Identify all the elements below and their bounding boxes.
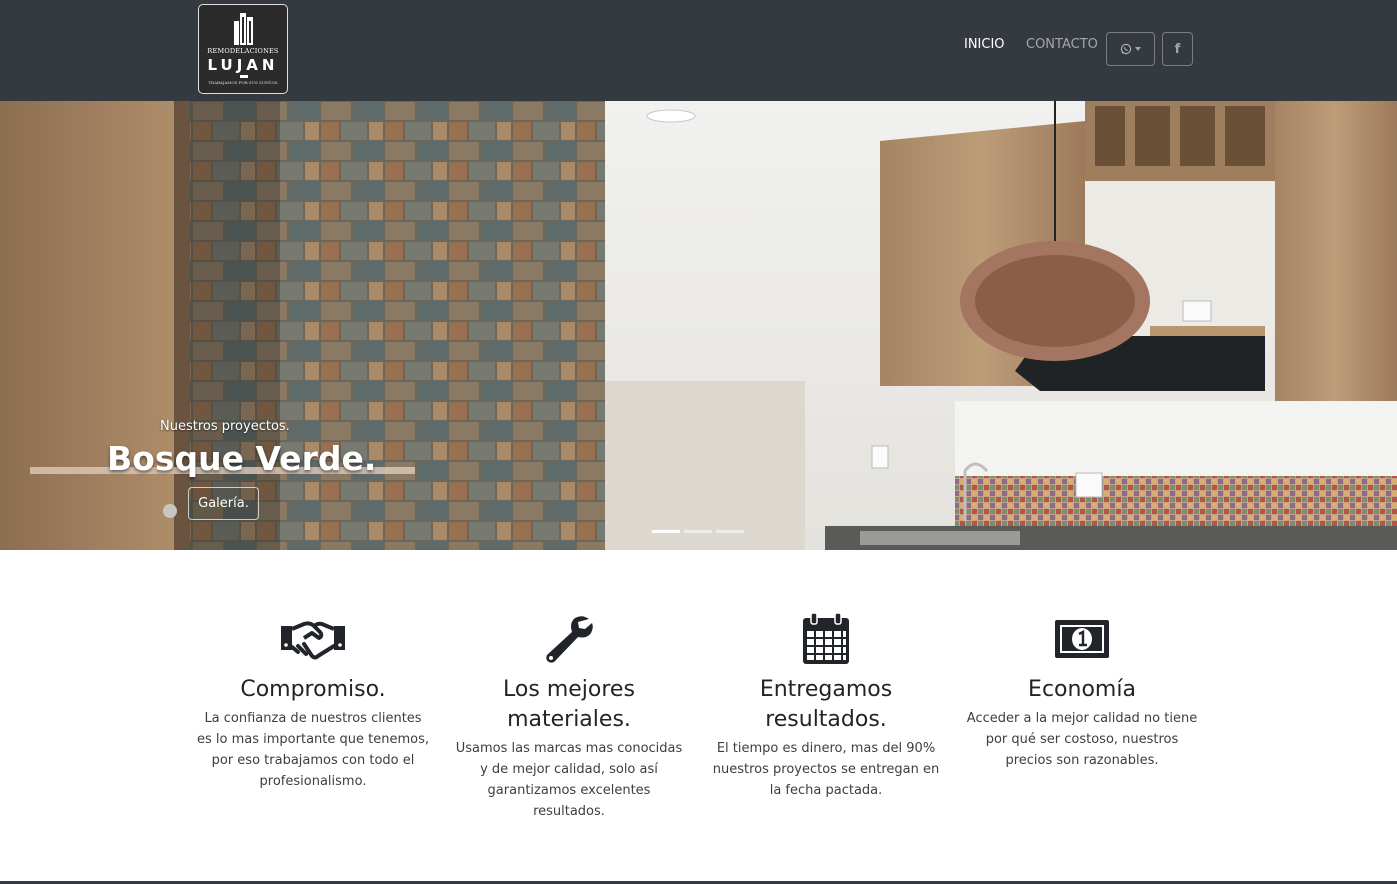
feature-title: Los mejores materiales. [503, 677, 635, 732]
calendar-icon [803, 612, 849, 664]
feature-materiales: Los mejores materiales. Usamos las marca… [451, 612, 687, 822]
feature-text: Usamos las marcas mas conocidas y de mej… [455, 741, 683, 819]
feature-economia: Economía Acceder a la mejor calidad no t… [964, 612, 1200, 771]
handshake-icon [281, 621, 345, 660]
feature-title: Entregamos resultados. [759, 677, 893, 732]
hero-title: Bosque Verde. [107, 439, 377, 478]
logo-line-2: LUJAN [207, 56, 279, 74]
facebook-icon: f [1174, 41, 1181, 57]
carousel-indicator-1[interactable] [652, 530, 680, 533]
logo-tagline: TRABAJAMOS POR SUS SUEÑOS [208, 80, 278, 85]
wrench-icon [546, 616, 593, 663]
hero-carousel[interactable]: Nuestros proyectos. Bosque Verde. Galerí… [0, 101, 1397, 550]
chevron-down-icon [1135, 47, 1141, 51]
navbar: REMODELACIONES LUJAN TRABAJAMOS POR SUS … [0, 0, 1397, 101]
whatsapp-icon [1120, 43, 1132, 55]
building-icon [234, 13, 253, 45]
feature-text: La confianza de nuestros clientes es lo … [197, 711, 429, 789]
money-bill-icon [1055, 620, 1109, 658]
carousel-indicator-2[interactable] [684, 530, 712, 533]
logo-divider [240, 75, 248, 78]
logo-line-1: REMODELACIONES [207, 47, 279, 55]
whatsapp-dropdown-button[interactable] [1106, 32, 1155, 66]
facebook-button[interactable]: f [1162, 32, 1193, 66]
hero-image [0, 101, 1397, 550]
feature-title: Economía [1028, 677, 1136, 702]
nav-inicio[interactable]: INICIO [964, 37, 1005, 52]
nav-contacto[interactable]: CONTACTO [1026, 37, 1098, 52]
feature-resultados: Entregamos resultados. El tiempo es dine… [708, 612, 944, 801]
hero-subtitle: Nuestros proyectos. [160, 419, 290, 434]
feature-text: Acceder a la mejor calidad no tiene por … [966, 711, 1198, 768]
feature-text: El tiempo es dinero, mas del 90% nuestro… [712, 741, 940, 798]
feature-compromiso: Compromiso. La confianza de nuestros cli… [195, 612, 431, 792]
carousel-indicator-3[interactable] [716, 530, 744, 533]
brand-logo[interactable]: REMODELACIONES LUJAN TRABAJAMOS POR SUS … [198, 4, 288, 94]
feature-title: Compromiso. [240, 677, 386, 702]
gallery-button[interactable]: Galería. [188, 487, 259, 520]
